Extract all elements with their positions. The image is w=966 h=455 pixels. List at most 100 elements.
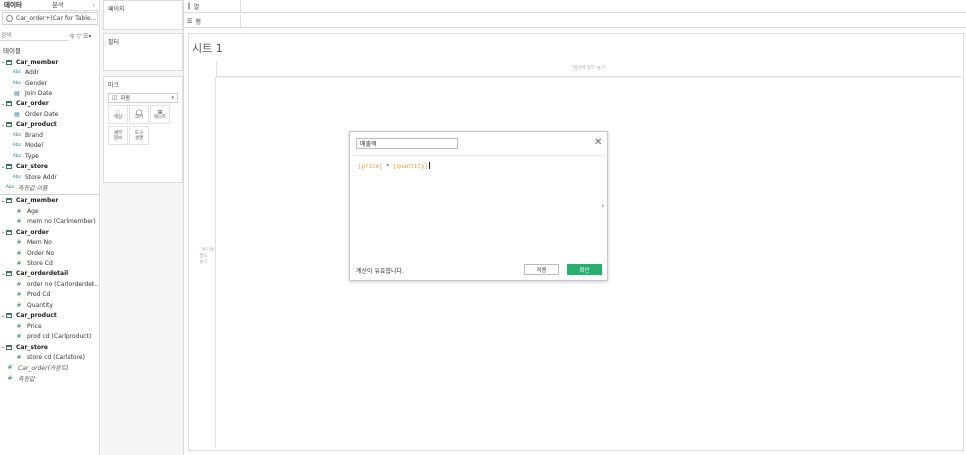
field-row[interactable]: Abc Brand [0,130,99,140]
formula-field-quantity: [quantity] [392,164,428,170]
field-label: Car_product [16,121,57,129]
table-row[interactable]: ⌄ Car_store [0,342,99,352]
field-row[interactable]: # mem no (Carlmember) [0,217,99,227]
field-label: Mem No [27,239,52,247]
calculation-status: 계산이 유효합니다. [356,268,404,275]
table-icon [6,101,12,107]
rows-shelf-label: 행 [195,18,201,26]
search-input[interactable] [0,32,68,41]
field-label: Brand [25,131,43,139]
field-row[interactable]: # Quantity [0,300,99,310]
detail-button[interactable]: 세부 정보 [108,126,128,145]
chevron-left-icon[interactable]: ‹ [92,1,95,9]
tooltip-button-label: 도구 설명 [134,130,144,141]
tables-heading: 테이블 [3,47,21,55]
field-label: Car_order [16,100,49,108]
tooltip-button[interactable]: 도구 설명 [129,126,149,145]
table-row[interactable]: ⌄ Car_order [0,227,99,237]
field-label: Order Date [25,110,59,118]
filters-card-title: 필터 [108,39,120,46]
calculation-name-input[interactable] [356,138,458,149]
filter-icon[interactable]: ▽ [76,33,81,40]
pane-tabs: 데이터 분석 ‹ [0,0,99,11]
text-button-label: 텍스트 [153,114,167,120]
table-icon [6,198,12,204]
field-row[interactable]: Abc Store Addr [0,172,99,182]
table-row[interactable]: ⌄ Car_member [0,196,99,206]
field-row[interactable]: ▤ Order Date [0,109,99,119]
apply-button[interactable]: 적용 [524,264,559,275]
field-row[interactable]: # Store Cd [0,258,99,268]
field-label: Car_store [16,163,49,171]
rows-shelf[interactable]: ☰ 행 [184,15,966,28]
color-button[interactable]: ∷ 색상 [108,105,128,124]
tab-data[interactable]: 데이터 [0,0,26,11]
datasource-selector[interactable]: Car_order+(Car for Table... [2,12,98,25]
number-type-icon: # [16,322,22,330]
field-row[interactable]: Abc Addr [0,67,99,77]
table-row[interactable]: ⌄ Car_order [0,99,99,109]
view-options-icon[interactable]: ☰▾ [83,33,91,40]
field-row[interactable]: # 측정값 [0,373,99,383]
ok-button[interactable]: 확인 [567,264,602,275]
columns-shelf[interactable]: ║ 열 [184,0,966,13]
field-label: Car_order [16,228,49,236]
field-row[interactable]: # Order No [0,248,99,258]
columns-shelf-label: 열 [193,3,200,11]
table-row[interactable]: ⌄ Car_product [0,311,99,321]
data-pane: 데이터 분석 ‹ Car_order+(Car for Table... ⚲ ▽… [0,0,100,455]
text-button[interactable]: ⊞ 텍스트 [150,105,170,124]
field-row[interactable]: # Mem No [0,237,99,247]
field-label: store cd (Carlstore) [27,353,85,361]
table-icon [6,229,12,235]
field-label: mem no (Carlmember) [27,218,96,226]
field-row[interactable]: Abc Gender [0,78,99,88]
filters-card[interactable]: 필터 [103,33,183,71]
number-type-icon: # [16,291,22,299]
field-row[interactable]: Abc 측정값 이름 [0,182,99,192]
field-label: Type [25,152,39,160]
field-row[interactable]: Abc Type [0,151,99,161]
string-type-icon: Abc [12,80,22,86]
close-icon[interactable]: ✕ [594,137,602,149]
table-icon [6,164,12,170]
size-button[interactable]: ◯ 크기 [129,105,149,124]
row-drop-zone[interactable]: 여기에 필드 놓기 [192,77,216,448]
number-type-icon: # [7,364,13,372]
field-label: 측정값 이름 [18,184,48,192]
field-label: Addr [25,69,40,77]
pages-card[interactable]: 페이지 [103,0,183,30]
column-drop-zone[interactable]: 여기에 필드 놓기 [216,61,961,77]
field-label: prod cd (Carlproduct) [27,333,92,341]
field-label: Gender [25,79,48,87]
text-cursor [428,162,430,169]
table-row[interactable]: ⌄ Car_store [0,161,99,171]
field-row[interactable]: # store cd (Carlstore) [0,352,99,362]
datasource-label: Car_order+(Car for Table... [16,15,97,22]
field-row[interactable]: # Prod Cd [0,290,99,300]
table-row[interactable]: ⌄ Car_orderdetail [0,269,99,279]
field-label: Car_orderdetail [16,270,69,278]
number-type-icon: # [16,218,22,226]
field-row[interactable]: Abc Model [0,141,99,151]
field-row[interactable]: # prod cd (Carlproduct) [0,331,99,341]
sheet-title[interactable]: 시트 1 [192,40,223,56]
mark-type-dropdown[interactable]: ◫ 자동 ▾ [108,93,178,103]
field-row[interactable]: # Car_order(카운트) [0,363,99,373]
tab-analytics[interactable]: 분석 [48,0,68,11]
expand-arrow-icon[interactable]: ▸ [602,203,605,209]
field-row[interactable]: # Price [0,321,99,331]
formula-editor[interactable]: [price] * [quantity] [358,162,430,170]
field-label: 측정값 [18,375,35,383]
field-label: order no (Carlorderdet... [26,280,100,288]
marks-card: 마크 ◫ 자동 ▾ ∷ 색상 ◯ 크기 ⊞ 텍스트 세부 정보 도구 설명 [103,76,183,183]
number-type-icon: # [16,353,22,361]
table-row[interactable]: ⌄ Car_product [0,120,99,130]
field-row[interactable]: ▤ Join Date [0,88,99,98]
search-icon[interactable]: ⚲ [70,33,74,40]
string-type-icon: Abc [12,132,22,138]
string-type-icon: Abc [12,143,22,149]
field-row[interactable]: # Age [0,206,99,216]
field-row[interactable]: # order no (Carlorderdet... [0,279,100,289]
table-row[interactable]: ⌄ Car_member [0,57,99,67]
